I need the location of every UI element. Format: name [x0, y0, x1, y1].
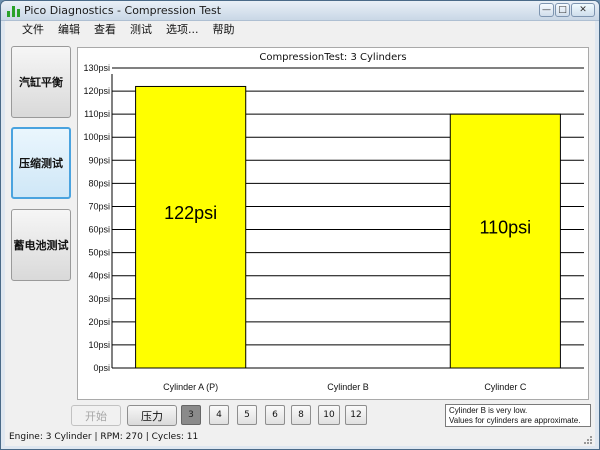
cylinder-count-12-button[interactable]: 12 — [345, 405, 367, 425]
status-bar: Engine: 3 Cylinder | RPM: 270 | Cycles: … — [5, 430, 595, 446]
nav-cylinder-balance-button[interactable]: 汽缸平衡 — [11, 46, 71, 118]
y-tick-label: 0psi — [93, 363, 110, 373]
status-text: Engine: 3 Cylinder | RPM: 270 | Cycles: … — [9, 432, 199, 442]
menu-view[interactable]: 查看 — [87, 21, 123, 39]
cylinder-count-4-button[interactable]: 4 — [209, 405, 229, 425]
bar-value-label: 110psi — [479, 217, 531, 237]
y-tick-label: 80psi — [88, 178, 110, 188]
y-tick-label: 120psi — [83, 86, 110, 96]
menu-options[interactable]: 选项... — [159, 21, 206, 39]
y-tick-label: 100psi — [83, 132, 110, 142]
menu-bar: 文件 编辑 查看 测试 选项... 帮助 — [5, 21, 595, 39]
y-tick-label: 70psi — [88, 201, 110, 211]
pressure-button[interactable]: 压力 — [127, 405, 177, 426]
start-button[interactable]: 开始 — [71, 405, 121, 426]
message-line-1: Cylinder B is very low. — [449, 406, 528, 415]
menu-edit[interactable]: 编辑 — [51, 21, 87, 39]
maximize-button[interactable]: □ — [555, 3, 570, 17]
nav-battery-test-button[interactable]: 蓄电池测试 — [11, 209, 71, 281]
cylinder-count-3-button[interactable]: 3 — [181, 405, 201, 425]
cylinder-count-8-button[interactable]: 8 — [291, 405, 311, 425]
title-bar[interactable]: Pico Diagnostics - Compression Test — □ … — [1, 1, 599, 21]
compression-chart-panel: CompressionTest: 3 Cylinders 0psi 10psi 20… — [77, 47, 589, 400]
bar-0 — [135, 85, 247, 369]
client-area: 文件 编辑 查看 测试 选项... 帮助 汽缸平衡 压缩测试 蓄电池测试 Com… — [5, 21, 595, 446]
menu-test[interactable]: 测试 — [123, 21, 159, 39]
menu-help[interactable]: 帮助 — [206, 21, 242, 39]
y-tick-label: 10psi — [88, 340, 110, 350]
close-button[interactable]: ✕ — [571, 3, 595, 17]
y-tick-label: 130psi — [83, 63, 110, 73]
y-tick-label: 110psi — [84, 109, 110, 119]
message-line-2: Values for cylinders are approximate. — [449, 416, 581, 425]
app-icon — [7, 6, 21, 17]
cylinder-count-5-button[interactable]: 5 — [237, 405, 257, 425]
bar-2 — [449, 113, 561, 369]
x-category-label: Cylinder C — [484, 382, 527, 392]
y-tick-label: 40psi — [88, 271, 110, 281]
resize-grip-icon[interactable] — [583, 435, 593, 445]
y-tick-label: 90psi — [88, 155, 110, 165]
bar-value-label: 122psi — [164, 203, 217, 223]
y-tick-label: 60psi — [88, 225, 110, 235]
minimize-button[interactable]: — — [539, 3, 554, 17]
message-box: Cylinder B is very low. Values for cylin… — [445, 404, 591, 427]
cylinder-count-6-button[interactable]: 6 — [265, 405, 285, 425]
menu-file[interactable]: 文件 — [15, 21, 51, 39]
cylinder-count-10-button[interactable]: 10 — [318, 405, 340, 425]
x-category-label: Cylinder A (P) — [163, 382, 218, 392]
y-tick-label: 50psi — [88, 248, 110, 258]
app-window: Pico Diagnostics - Compression Test — □ … — [0, 0, 600, 450]
nav-compression-test-button[interactable]: 压缩测试 — [11, 127, 71, 199]
x-category-label: Cylinder B — [327, 382, 369, 392]
window-title: Pico Diagnostics - Compression Test — [24, 4, 222, 17]
compression-chart: 0psi 10psi 20psi 30psi 40psi 50psi 60psi 70psi 8… — [83, 63, 584, 392]
y-tick-label: 30psi — [88, 294, 110, 304]
y-tick-label: 20psi — [88, 317, 110, 327]
